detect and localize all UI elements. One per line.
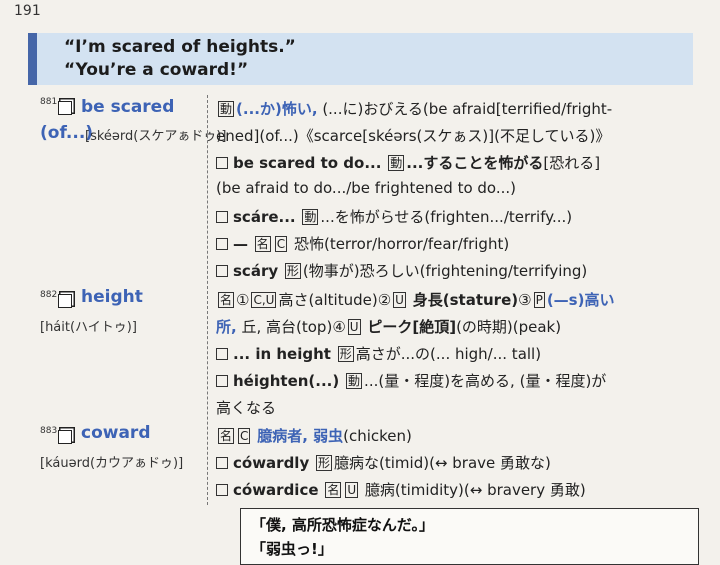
- checkbox-icon[interactable]: [216, 265, 228, 277]
- header-line-2: “You’re a coward!”: [64, 60, 249, 80]
- related-phrase: cówardice 名U 臆病(timidity)(↔ bravery 勇敢): [216, 479, 586, 500]
- entry-number: 881: [40, 97, 58, 107]
- checkbox-icon[interactable]: [216, 457, 228, 469]
- section-header: “I’m scared of heights.” “You’re a cowar…: [28, 33, 693, 85]
- checkbox-icon[interactable]: [216, 484, 228, 496]
- header-accent-bar: [28, 33, 37, 85]
- definition-line: 所, 丘, 高台(top)④ U ピーク[絶頂](の時期)(peak): [216, 318, 562, 336]
- related-phrase: ... in height 形高さが...の(... high/... tall…: [216, 343, 541, 364]
- pronunciation: [káuərd(カウアぁドゥ)]: [40, 456, 184, 471]
- checkbox-icon[interactable]: [58, 430, 72, 444]
- definition-line: 名C 臆病者, 弱虫(chicken): [218, 427, 412, 445]
- checkbox-icon[interactable]: [216, 238, 228, 250]
- dialogue-line-2: 「弱虫っ!」: [251, 540, 333, 558]
- related-phrase: scáre... 動 ...を怖がらせる(frighten.../terrify.…: [216, 206, 572, 227]
- header-line-1: “I’m scared of heights.”: [64, 37, 296, 57]
- checkbox-icon[interactable]: [58, 294, 72, 308]
- column-divider: [207, 95, 208, 505]
- pronunciation: [háit(ハイトゥ)]: [40, 320, 137, 335]
- related-phrase: héighten(...) 動 ...(量・程度)を高める, (量・程度)が: [216, 370, 606, 391]
- related-phrase: — 名C 恐怖(terror/horror/fear/fright): [216, 233, 509, 254]
- definition-line: ened](of...)《scarce[skéərs(スケぁス)](不足している…: [216, 127, 611, 145]
- definition-line: 名 ① C,U 高さ(altitude)② U 身長(stature)③ P (—s)高い: [218, 291, 615, 309]
- dialogue-line-1: 「僕, 高所恐怖症なんだ。」: [251, 516, 434, 534]
- entry-number: 882: [40, 290, 58, 300]
- checkbox-icon[interactable]: [216, 211, 228, 223]
- headword: coward: [81, 423, 151, 443]
- checkbox-icon[interactable]: [58, 101, 72, 115]
- checkbox-icon[interactable]: [216, 157, 228, 169]
- checkbox-icon[interactable]: [216, 348, 228, 360]
- entry-number: 883: [40, 426, 58, 436]
- dialogue-box: 「僕, 高所恐怖症なんだ。」 「弱虫っ!」: [240, 508, 699, 565]
- headword: be scared: [81, 97, 175, 117]
- definition-line: 高くなる: [216, 399, 277, 417]
- checkbox-icon[interactable]: [216, 375, 228, 387]
- related-phrase: cówardly 形臆病な(timid)(↔ brave 勇敢な): [216, 452, 551, 473]
- page-number: 191: [14, 3, 41, 19]
- headword: height: [81, 287, 143, 307]
- definition-line: (be afraid to do.../be frightened to do.…: [216, 179, 516, 197]
- pronunciation: [skéərd(スケアぁドゥ)]: [85, 129, 227, 144]
- related-phrase: be scared to do... 動 ...することを怖がる[恐れる]: [216, 152, 600, 173]
- definition-line: 動 (...か)怖い, (...に)おびえる(be afraid[terrifie…: [218, 100, 613, 118]
- related-phrase: scáry 形 (物事が)恐ろしい(frightening/terrifying): [216, 260, 587, 281]
